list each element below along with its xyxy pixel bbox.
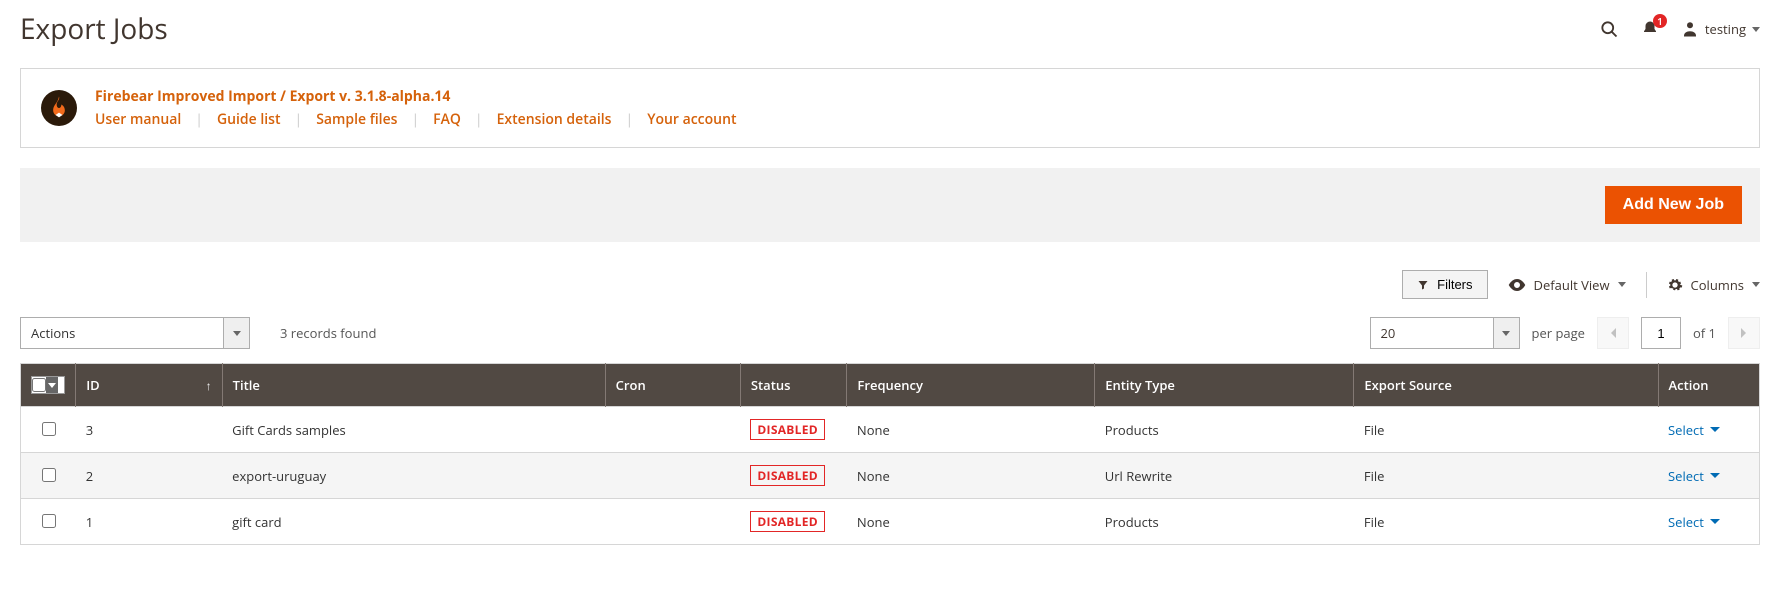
- link-sample-files[interactable]: Sample files: [316, 110, 397, 129]
- col-header-frequency[interactable]: Frequency: [847, 364, 1095, 407]
- cell-status: DISABLED: [740, 499, 847, 545]
- cell-id: 1: [76, 499, 222, 545]
- next-page-button[interactable]: [1728, 317, 1760, 349]
- cell-cron: [605, 499, 740, 545]
- user-menu[interactable]: testing: [1681, 20, 1760, 38]
- divider: [1646, 272, 1647, 298]
- prev-page-button[interactable]: [1597, 317, 1629, 349]
- cell-status: DISABLED: [740, 407, 847, 453]
- row-action-select[interactable]: Select: [1668, 467, 1749, 485]
- row-checkbox[interactable]: [42, 468, 56, 482]
- cell-source: File: [1354, 453, 1658, 499]
- cell-id: 3: [76, 407, 222, 453]
- extension-links: User manual| Guide list| Sample files| F…: [95, 110, 737, 129]
- link-user-manual[interactable]: User manual: [95, 110, 181, 129]
- chevron-down-icon: [1710, 519, 1720, 524]
- col-header-cron[interactable]: Cron: [605, 364, 740, 407]
- col-header-source[interactable]: Export Source: [1354, 364, 1658, 407]
- chevron-down-icon: [1618, 282, 1626, 287]
- cell-entity: Url Rewrite: [1095, 453, 1354, 499]
- cell-id: 2: [76, 453, 222, 499]
- table-row: 1gift card DISABLED NoneProductsFile Select: [21, 499, 1760, 545]
- sort-asc-icon: ↑: [206, 377, 212, 394]
- chevron-down-icon: [1502, 331, 1510, 336]
- cell-source: File: [1354, 499, 1658, 545]
- per-page-select[interactable]: 20: [1370, 317, 1520, 349]
- link-extension-details[interactable]: Extension details: [497, 110, 612, 129]
- search-icon[interactable]: [1599, 19, 1619, 39]
- link-guide-list[interactable]: Guide list: [217, 110, 281, 129]
- status-badge: DISABLED: [750, 419, 825, 440]
- cell-source: File: [1354, 407, 1658, 453]
- page-of-label: of 1: [1693, 324, 1716, 342]
- row-action-select[interactable]: Select: [1668, 513, 1749, 531]
- col-header-status[interactable]: Status: [740, 364, 847, 407]
- page-input[interactable]: [1641, 317, 1681, 349]
- cell-status: DISABLED: [740, 453, 847, 499]
- cell-frequency: None: [847, 407, 1095, 453]
- bulk-actions-toggle[interactable]: [223, 318, 249, 348]
- cell-cron: [605, 407, 740, 453]
- columns-label: Columns: [1691, 276, 1744, 294]
- bulk-actions-select[interactable]: Actions: [20, 317, 250, 349]
- status-badge: DISABLED: [750, 511, 825, 532]
- user-name: testing: [1705, 20, 1746, 38]
- cell-title: gift card: [222, 499, 605, 545]
- default-view-menu[interactable]: Default View: [1508, 276, 1626, 294]
- chevron-down-icon: [1752, 27, 1760, 32]
- cell-title: export-uruguay: [222, 453, 605, 499]
- row-checkbox[interactable]: [42, 422, 56, 436]
- chevron-down-icon: [1752, 282, 1760, 287]
- columns-menu[interactable]: Columns: [1667, 276, 1760, 294]
- firebear-logo-icon: [41, 90, 77, 126]
- notifications-badge: 1: [1653, 14, 1667, 28]
- records-found: 3 records found: [280, 324, 376, 342]
- select-all-checkbox[interactable]: [31, 376, 65, 394]
- filters-button[interactable]: Filters: [1402, 270, 1487, 299]
- add-new-job-button[interactable]: Add New Job: [1605, 186, 1742, 224]
- bulk-actions-label: Actions: [21, 318, 223, 348]
- status-badge: DISABLED: [750, 465, 825, 486]
- default-view-label: Default View: [1534, 276, 1610, 294]
- chevron-right-icon: [1740, 327, 1748, 339]
- page-title: Export Jobs: [20, 10, 168, 48]
- col-header-id[interactable]: ID↑: [76, 364, 222, 407]
- chevron-down-icon: [233, 331, 241, 336]
- user-icon: [1681, 20, 1699, 38]
- table-row: 3Gift Cards samples DISABLED NoneProductsF…: [21, 407, 1760, 453]
- per-page-toggle[interactable]: [1493, 318, 1519, 348]
- cell-frequency: None: [847, 499, 1095, 545]
- cell-title: Gift Cards samples: [222, 407, 605, 453]
- col-header-entity[interactable]: Entity Type: [1095, 364, 1354, 407]
- cell-cron: [605, 453, 740, 499]
- link-your-account[interactable]: Your account: [647, 110, 736, 129]
- col-header-action[interactable]: Action: [1658, 364, 1759, 407]
- extension-info-box: Firebear Improved Import / Export v. 3.1…: [20, 68, 1760, 148]
- notifications-icon[interactable]: 1: [1641, 20, 1659, 38]
- link-faq[interactable]: FAQ: [433, 110, 461, 129]
- chevron-left-icon: [1609, 327, 1617, 339]
- extension-title: Firebear Improved Import / Export v. 3.1…: [95, 87, 737, 106]
- jobs-table: ID↑ Title Cron Status Frequency Entity T…: [20, 363, 1760, 545]
- filters-label: Filters: [1437, 277, 1472, 292]
- cell-entity: Products: [1095, 499, 1354, 545]
- row-checkbox[interactable]: [42, 514, 56, 528]
- row-action-select[interactable]: Select: [1668, 421, 1749, 439]
- chevron-down-icon: [1710, 427, 1720, 432]
- eye-icon: [1508, 279, 1526, 291]
- gear-icon: [1667, 277, 1683, 293]
- per-page-value: 20: [1371, 318, 1493, 348]
- cell-frequency: None: [847, 453, 1095, 499]
- cell-entity: Products: [1095, 407, 1354, 453]
- per-page-label: per page: [1532, 324, 1585, 342]
- funnel-icon: [1417, 279, 1429, 291]
- chevron-down-icon: [1710, 473, 1720, 478]
- table-row: 2export-uruguay DISABLED NoneUrl RewriteFi…: [21, 453, 1760, 499]
- col-header-title[interactable]: Title: [222, 364, 605, 407]
